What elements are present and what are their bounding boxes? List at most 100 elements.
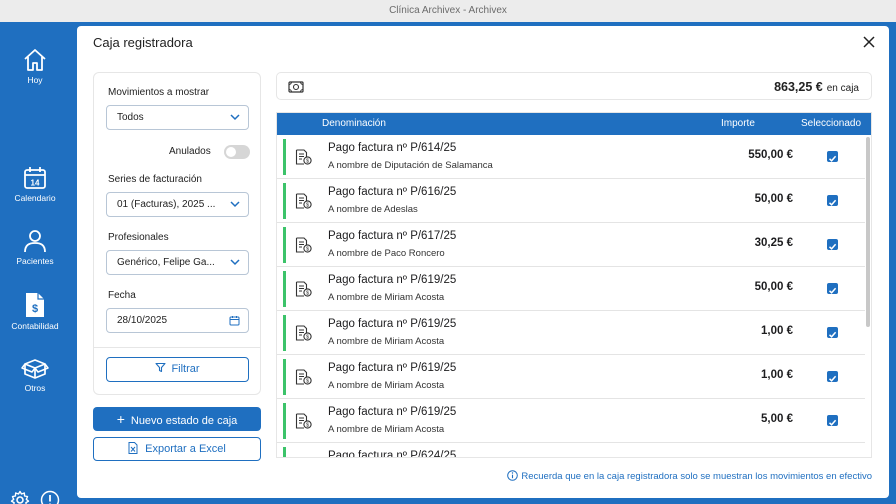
date-label: Fecha <box>108 290 136 301</box>
invoice-icon: $ <box>295 193 312 209</box>
row-subtitle: A nombre de Miriam Acosta <box>328 380 445 391</box>
user-icon <box>24 230 46 253</box>
check-icon <box>828 199 837 206</box>
check-icon <box>828 331 837 338</box>
table-row[interactable]: $ Pago factura nº P/619/25 A nombre de Mir… <box>277 399 865 443</box>
cash-info-text: Recuerda que en la caja registradora sol… <box>521 471 872 482</box>
row-amount: 1,00 € <box>761 325 793 337</box>
professionals-value: Genérico, Felipe Ga... <box>117 257 215 268</box>
column-header-amount[interactable]: Importe <box>721 113 755 135</box>
row-select-checkbox[interactable] <box>827 415 838 426</box>
svg-text:$: $ <box>306 423 309 429</box>
svg-text:$: $ <box>306 159 309 165</box>
alert-icon[interactable] <box>40 490 60 504</box>
new-cash-state-button[interactable]: + Nuevo estado de caja <box>93 407 261 431</box>
row-amount: 50,00 € <box>754 281 793 293</box>
row-select-checkbox[interactable] <box>827 371 838 382</box>
invoice-icon: $ <box>295 237 312 253</box>
sidebar-item-label: Contabilidad <box>11 321 59 331</box>
row-subtitle: A nombre de Adeslas <box>328 204 418 215</box>
close-button[interactable] <box>861 34 877 50</box>
row-title: Pago factura nº P/624/25 <box>328 450 457 458</box>
table-header: Denominación Importe Seleccionado <box>277 113 871 135</box>
professionals-select[interactable]: Genérico, Felipe Ga... <box>106 250 249 275</box>
row-select-checkbox[interactable] <box>827 239 838 250</box>
chevron-down-icon <box>230 259 240 266</box>
chevron-down-icon <box>230 201 240 208</box>
export-excel-button[interactable]: Exportar a Excel <box>93 437 261 461</box>
calendar-day: 14 <box>31 179 40 188</box>
table-row[interactable]: $ Pago factura nº P/619/25 A nombre de Mir… <box>277 311 865 355</box>
cash-info-note: Recuerda que en la caja registradora sol… <box>507 470 872 482</box>
invoice-dollar-icon: $ <box>26 293 44 317</box>
sidebar-item-label: Calendario <box>14 193 56 203</box>
invoice-icon: $ <box>295 281 312 297</box>
series-select[interactable]: 01 (Facturas), 2025 ... <box>106 192 249 217</box>
filter-button-label: Filtrar <box>171 363 200 375</box>
invoice-icon: $ <box>295 369 312 385</box>
total-suffix: en caja <box>826 83 859 94</box>
sidebar-item-label: Hoy <box>27 75 43 85</box>
series-label: Series de facturación <box>108 174 202 185</box>
row-amount: 50,00 € <box>754 193 793 205</box>
series-value: 01 (Facturas), 2025 ... <box>117 199 216 210</box>
row-select-checkbox[interactable] <box>827 327 838 338</box>
sidebar-item-pacientes[interactable]: Pacientes <box>0 229 70 266</box>
column-header-selected[interactable]: Seleccionado <box>801 113 861 135</box>
svg-text:$: $ <box>306 335 309 341</box>
info-icon <box>507 470 519 481</box>
table-row[interactable]: $ Pago factura nº P/624/25 <box>277 443 865 458</box>
sidebar-item-label: Otros <box>24 383 46 393</box>
invoice-icon: $ <box>295 457 312 458</box>
row-title: Pago factura nº P/614/25 <box>328 142 457 154</box>
row-amount: 550,00 € <box>748 149 793 161</box>
check-icon <box>828 419 837 426</box>
movements-select[interactable]: Todos <box>106 105 249 130</box>
table-row[interactable]: $ Pago factura nº P/617/25 A nombre de Pac… <box>277 223 865 267</box>
funnel-icon <box>155 362 166 373</box>
excel-file-icon <box>128 442 138 454</box>
row-subtitle: A nombre de Diputación de Salamanca <box>328 160 493 171</box>
dialog-title: Caja registradora <box>93 35 193 50</box>
sidebar: Hoy 14 Calendario Pacientes $ Contabilid… <box>0 22 70 504</box>
sidebar-item-calendario[interactable]: 14 Calendario <box>0 166 70 203</box>
window-title: Clínica Archivex - Archivex <box>0 0 896 22</box>
status-indicator <box>283 447 286 457</box>
sidebar-item-hoy[interactable]: Hoy <box>0 48 70 85</box>
svg-text:$: $ <box>306 247 309 253</box>
status-indicator <box>283 227 286 263</box>
row-subtitle: A nombre de Miriam Acosta <box>328 424 445 435</box>
annulled-toggle[interactable] <box>224 145 250 159</box>
check-icon <box>828 375 837 382</box>
row-title: Pago factura nº P/619/25 <box>328 274 457 286</box>
cash-total: 863,25 € en caja <box>276 72 872 100</box>
table-row[interactable]: $ Pago factura nº P/619/25 A nombre de Mir… <box>277 355 865 399</box>
table-row[interactable]: $ Pago factura nº P/614/25 A nombre de Dip… <box>277 135 865 179</box>
table-row[interactable]: $ Pago factura nº P/616/25 A nombre de Ade… <box>277 179 865 223</box>
invoice-icon: $ <box>295 413 312 429</box>
filter-button[interactable]: Filtrar <box>106 357 249 382</box>
date-field[interactable]: 28/10/2025 <box>106 308 249 333</box>
column-header-name[interactable]: Denominación <box>322 113 386 135</box>
svg-text:$: $ <box>32 303 38 315</box>
row-select-checkbox[interactable] <box>827 151 838 162</box>
row-title: Pago factura nº P/617/25 <box>328 230 457 242</box>
row-select-checkbox[interactable] <box>827 283 838 294</box>
scrollbar[interactable] <box>866 137 870 327</box>
row-title: Pago factura nº P/619/25 <box>328 318 457 330</box>
calendar-icon: 14 <box>24 167 46 189</box>
calendar-icon[interactable] <box>229 315 240 326</box>
row-select-checkbox[interactable] <box>827 195 838 206</box>
gear-icon[interactable] <box>10 490 30 504</box>
sidebar-item-otros[interactable]: Otros <box>0 356 70 393</box>
svg-text:$: $ <box>306 379 309 385</box>
status-indicator <box>283 271 286 307</box>
close-icon <box>863 36 875 48</box>
total-value: 863,25 € <box>774 80 823 94</box>
invoice-icon: $ <box>295 325 312 341</box>
sidebar-footer <box>0 490 70 504</box>
divider <box>94 347 260 348</box>
table-row[interactable]: $ Pago factura nº P/619/25 A nombre de Mir… <box>277 267 865 311</box>
sidebar-item-contabilidad[interactable]: $ Contabilidad <box>0 292 70 331</box>
check-icon <box>828 155 837 162</box>
